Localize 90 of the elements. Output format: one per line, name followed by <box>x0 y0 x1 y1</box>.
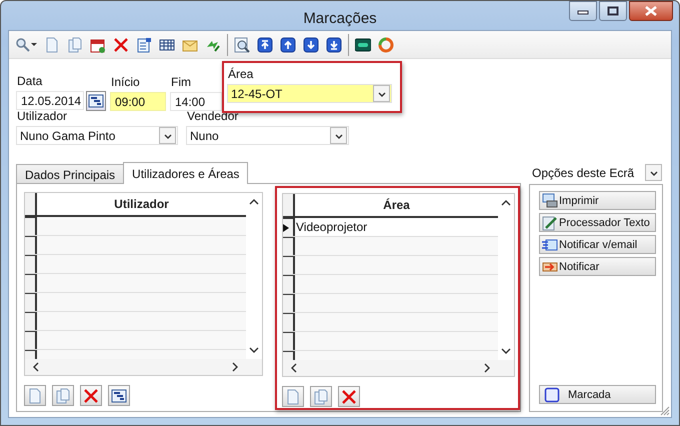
previous-button[interactable] <box>278 34 298 54</box>
refresh-icon <box>378 36 394 52</box>
field-label: Início <box>110 75 141 91</box>
copy-icon <box>313 388 329 404</box>
copy-icon <box>67 36 83 52</box>
scroll-right-icon <box>230 361 240 373</box>
add-button[interactable] <box>282 386 304 407</box>
column-header[interactable]: Utilizador <box>37 193 246 215</box>
scroll-up-icon <box>248 197 260 207</box>
table-row[interactable] <box>25 312 246 331</box>
maximize-button[interactable] <box>599 1 627 21</box>
maximize-icon <box>607 6 619 16</box>
arrow-top-icon <box>257 36 273 52</box>
delete-button[interactable] <box>80 385 102 406</box>
copy-button[interactable] <box>52 385 74 406</box>
add-button[interactable] <box>24 385 46 406</box>
table-row[interactable] <box>283 313 498 332</box>
table-row[interactable] <box>283 294 498 313</box>
table-row[interactable] <box>25 274 246 293</box>
tab[interactable]: Dados Principais <box>16 164 124 183</box>
tab[interactable]: Utilizadores e Áreas <box>123 162 248 184</box>
area-dropdown[interactable]: 12-45-OT <box>227 84 392 103</box>
document-icon <box>285 388 301 404</box>
dropdown[interactable]: Nuno Gama Pinto <box>16 126 178 145</box>
table-row[interactable] <box>25 331 246 350</box>
switch-icon <box>355 36 371 52</box>
close-button[interactable] <box>629 1 673 21</box>
arrow-down-icon <box>303 36 319 52</box>
table-row[interactable] <box>25 236 246 255</box>
copy-icon <box>55 388 71 404</box>
first-button[interactable] <box>255 34 275 54</box>
document-icon <box>44 36 60 52</box>
table-row[interactable] <box>25 293 246 312</box>
printer-icon <box>542 192 558 208</box>
scroll-down-icon <box>500 346 512 356</box>
caret-icon <box>31 43 37 46</box>
input-field[interactable]: 09:00 <box>110 92 166 111</box>
close-icon <box>113 36 129 52</box>
option-button[interactable]: Imprimir <box>539 191 656 210</box>
picker-button[interactable] <box>86 91 106 111</box>
delete-button[interactable] <box>338 386 360 407</box>
table-icon <box>159 36 175 52</box>
option-button[interactable]: Notificar <box>539 257 656 276</box>
document-icon <box>27 388 43 404</box>
field-label: Vendedor <box>186 109 240 125</box>
square-icon <box>544 386 560 402</box>
input-field[interactable]: 12.05.2014 <box>16 91 84 110</box>
field-label: Utilizador <box>16 109 68 125</box>
window-title: Marcações <box>303 9 377 27</box>
field-label: Área <box>227 67 254 83</box>
search-icon <box>15 36 31 52</box>
scroll-down-icon <box>248 345 260 355</box>
table-row[interactable] <box>25 255 246 274</box>
close-icon <box>644 6 658 16</box>
resize-grip-icon <box>659 405 670 416</box>
column-header[interactable]: Área <box>295 194 498 216</box>
table-row[interactable] <box>283 237 498 256</box>
form-icon <box>136 36 152 52</box>
copy-button[interactable] <box>310 386 332 407</box>
email-icon <box>542 236 558 252</box>
scroll-left-icon <box>31 361 41 373</box>
minimize-button[interactable] <box>569 1 597 21</box>
scroll-left-icon <box>289 362 299 374</box>
field-label: Data <box>16 74 44 90</box>
magnifier-icon <box>234 36 250 52</box>
calendar-icon <box>90 36 106 52</box>
field-label: Fim <box>170 75 192 91</box>
pencil-icon <box>542 214 558 230</box>
options-dropdown[interactable]: Opções deste Ecrã <box>529 163 663 182</box>
option-button[interactable]: Notificar v/email <box>539 235 656 254</box>
arrow-bottom-icon <box>326 36 342 52</box>
dropdown[interactable]: Nuno <box>186 126 349 145</box>
table-row[interactable] <box>283 332 498 351</box>
last-button[interactable] <box>324 34 344 54</box>
option-button[interactable]: Processador Texto <box>539 213 656 232</box>
gantt-icon <box>88 93 104 109</box>
input-field[interactable]: 14:00 <box>170 92 222 111</box>
preview-button[interactable] <box>232 34 252 54</box>
gantt-icon <box>111 388 127 404</box>
scroll-right-icon <box>482 362 492 374</box>
table-row[interactable] <box>283 256 498 275</box>
status-button[interactable]: Marcada <box>539 385 656 404</box>
scroll-up-icon <box>500 198 512 208</box>
schedule-button[interactable] <box>108 385 130 406</box>
next-button[interactable] <box>301 34 321 54</box>
table-row[interactable] <box>283 275 498 294</box>
close-icon <box>83 388 99 404</box>
table-row[interactable] <box>25 217 246 236</box>
close-icon <box>341 388 357 404</box>
arrow-up-icon <box>280 36 296 52</box>
